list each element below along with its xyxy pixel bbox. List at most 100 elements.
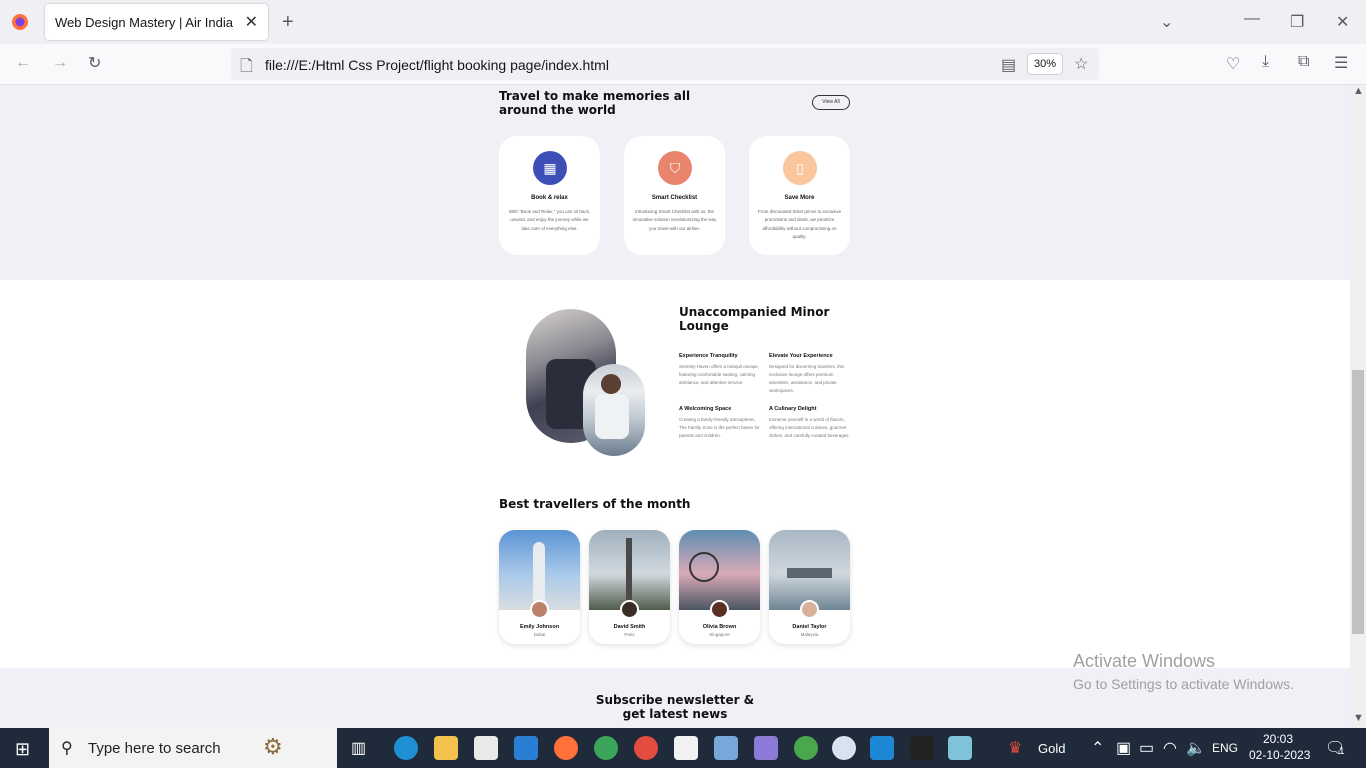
shield-check-icon: ⛉ [658, 151, 692, 185]
traveller-place: Paris [624, 632, 635, 637]
traveller-place: Singapore [709, 632, 730, 637]
firefox-icon [11, 13, 29, 36]
meet-now-icon[interactable]: ▣ [1116, 738, 1131, 758]
traveller-place: Dubai [533, 632, 546, 637]
android-studio-icon[interactable] [832, 736, 856, 760]
lounge-title-line1: Unaccompanied Minor [679, 305, 830, 319]
calendar-icon: ▦ [533, 151, 567, 185]
mail-icon[interactable] [514, 736, 538, 760]
list-all-tabs-icon[interactable]: ⌄ [1160, 12, 1173, 32]
reload-icon[interactable]: ↻ [88, 53, 101, 73]
zoom-level-badge[interactable]: 30% [1027, 53, 1063, 75]
extensions-icon[interactable]: ⧉ [1298, 53, 1309, 71]
traveller-avatar [620, 600, 639, 619]
microsoft-store-icon[interactable] [474, 736, 498, 760]
feature-card-save-more: ▯ Save More From discounted ticket price… [749, 136, 850, 255]
search-icon: ⚲ [61, 740, 73, 757]
clock-date[interactable]: 02-10-2023 [1249, 748, 1310, 762]
back-icon[interactable]: ← [15, 54, 31, 72]
app-cube-purple-icon[interactable] [754, 736, 778, 760]
language-indicator[interactable]: ENG [1212, 741, 1238, 755]
traveller-card: David Smith Paris [589, 530, 670, 644]
battery-icon[interactable]: ▭ [1139, 738, 1154, 758]
scroll-up-icon[interactable]: ▲ [1353, 85, 1364, 97]
traveller-destination-image [589, 530, 670, 610]
traveller-avatar [710, 600, 729, 619]
vscode-icon[interactable] [870, 736, 894, 760]
tray-chevron-icon[interactable]: ⌃ [1091, 738, 1104, 758]
traveller-name: Emily Johnson [519, 624, 560, 630]
page-scrollbar[interactable]: ▲ ▼ [1350, 85, 1366, 728]
traveller-destination-image [769, 530, 850, 610]
edge-icon[interactable] [394, 736, 418, 760]
traveller-name: David Smith [613, 624, 646, 630]
pocket-icon[interactable]: ♡ [1226, 54, 1240, 74]
tab-title: Web Design Mastery | Air India [55, 15, 233, 30]
lounge-feature-desc: Immerse yourself in a world of flavors, … [769, 417, 850, 438]
lounge-feature-desc: Creating a family-friendly atmosphere, T… [679, 417, 760, 438]
url-bar[interactable]: 🗋 file:///E:/Html Css Project/flight boo… [231, 48, 1099, 80]
volume-icon[interactable]: 🔈 [1186, 738, 1206, 758]
traveller-avatar [530, 600, 549, 619]
traveller-name: Olivia Brown [702, 624, 737, 630]
forward-icon[interactable]: → [52, 54, 68, 72]
scrollbar-thumb[interactable] [1352, 370, 1364, 634]
lounge-image-small [583, 364, 645, 456]
windows-start-icon[interactable]: ⊞ [15, 739, 30, 760]
activate-windows-subtext: Go to Settings to activate Windows. [1073, 676, 1294, 692]
tab-close-icon[interactable]: ✕ [245, 12, 258, 32]
minimize-icon[interactable]: — [1244, 10, 1260, 28]
traveller-destination-image [679, 530, 760, 610]
notification-count-badge: 1 [1339, 746, 1345, 757]
file-explorer-icon[interactable] [434, 736, 458, 760]
windows-taskbar: ⊞ ⚲ Type here to search ⚙ ▥ ♛ Gold ⌃ ▣ ▭… [0, 728, 1366, 768]
chrome-profile-icon[interactable] [634, 736, 658, 760]
menu-icon[interactable]: ☰ [1334, 53, 1348, 73]
activate-windows-watermark: Activate Windows [1073, 651, 1216, 671]
features-title-line2: around the world [499, 103, 616, 117]
task-view-icon[interactable]: ▥ [351, 738, 366, 758]
newsletter-title-line2: get latest news [622, 707, 728, 721]
browser-tab-active[interactable]: Web Design Mastery | Air India ✕ [45, 4, 268, 40]
taskbar-search-placeholder: Type here to search [88, 740, 221, 757]
traveller-place: Malaysia [800, 632, 819, 637]
features-section: Travel to make memories all around the w… [0, 85, 1350, 280]
restore-icon[interactable]: ❐ [1290, 12, 1304, 32]
traveller-name: Daniel Taylor [792, 624, 827, 630]
lounge-feature-title: A Welcoming Space [679, 406, 732, 412]
wifi-icon[interactable]: ◠ [1163, 738, 1177, 758]
stock-ticker-label[interactable]: Gold [1038, 741, 1065, 756]
lounge-feature-desc: Designed for discerning travelers, this … [769, 364, 845, 393]
taskbar-search-box[interactable]: ⚲ Type here to search ⚙ [49, 728, 337, 768]
newsletter-title-line1: Subscribe newsletter & [595, 693, 755, 707]
scroll-down-icon[interactable]: ▼ [1353, 712, 1364, 724]
app-cube-blue-icon[interactable] [714, 736, 738, 760]
page-content: Travel to make memories all around the w… [0, 85, 1350, 728]
bookmark-star-icon[interactable]: ☆ [1074, 54, 1088, 74]
notepad-icon[interactable] [948, 736, 972, 760]
traveller-card: Olivia Brown Singapore [679, 530, 760, 644]
figma-icon[interactable] [910, 736, 934, 760]
close-window-icon[interactable]: ✕ [1336, 12, 1349, 32]
document-icon[interactable] [674, 736, 698, 760]
feature-card-desc: From discounted ticket prices to exclusi… [757, 209, 842, 239]
lounge-feature-desc: Serenity Haven offers a tranquil escape,… [679, 364, 759, 385]
traveller-destination-image [499, 530, 580, 610]
downloads-icon[interactable]: ⤓ [1262, 53, 1269, 71]
url-text: file:///E:/Html Css Project/flight booki… [265, 57, 609, 73]
clock-time[interactable]: 20:03 [1263, 732, 1293, 746]
lounge-feature-title: Elevate Your Experience [769, 353, 833, 359]
chrome-icon[interactable] [594, 736, 618, 760]
view-all-button[interactable]: View All [812, 95, 850, 110]
browser-tab-bar: Web Design Mastery | Air India ✕ + ⌄ — ❐… [0, 0, 1366, 44]
firefox-taskbar-icon[interactable] [554, 736, 578, 760]
traveller-card: Daniel Taylor Malaysia [769, 530, 850, 644]
reader-view-icon[interactable]: ▤ [1001, 55, 1016, 75]
new-tab-icon[interactable]: + [282, 11, 294, 34]
leaf-app-icon[interactable] [794, 736, 818, 760]
search-highlight-icon: ⚙ [263, 734, 283, 759]
feature-card-book-relax: ▦ Book & relax With "Book and Relax," yo… [499, 136, 600, 255]
stock-ticker-icon: ♛ [1008, 740, 1023, 757]
feature-card-title: Smart Checklist [651, 195, 698, 201]
lounge-feature-title: A Culinary Delight [769, 406, 817, 412]
